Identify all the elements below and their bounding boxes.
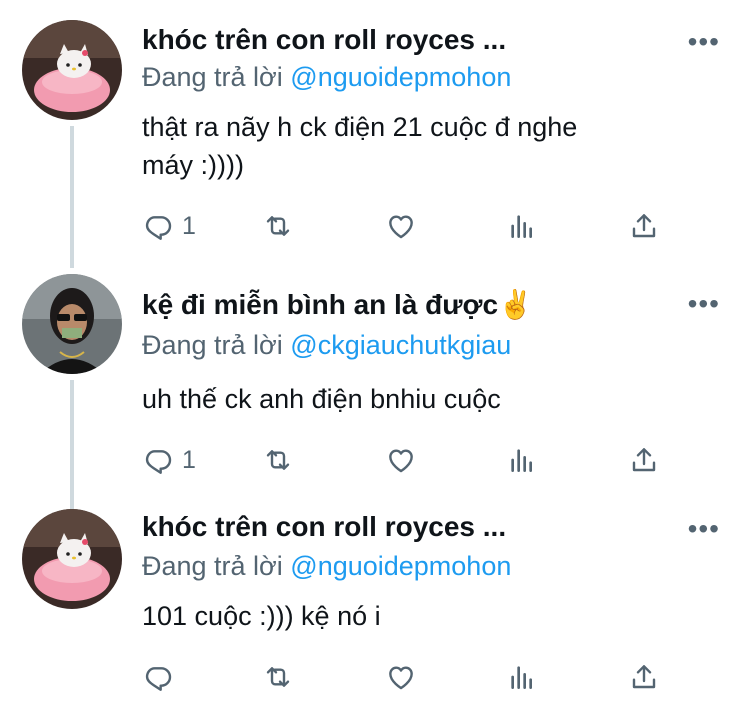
display-name[interactable]: kệ đi miễn bình an là được✌️ [142,288,533,321]
action-bar [142,659,682,695]
reply-icon [145,667,172,691]
tweet[interactable]: khóc trên con roll royces ... ••• Đang t… [0,495,750,705]
reply-button[interactable]: 1 [142,208,196,244]
reply-context: Đang trả lời @nguoidepmohon [142,62,511,93]
reply-handle-link[interactable]: @nguoidepmohon [290,551,511,581]
reply-button[interactable] [142,659,182,695]
tweet-text: uh thế ck anh điện bnhiu cuộc [142,380,702,418]
share-icon [632,448,656,472]
views-button[interactable] [506,659,538,695]
tweet[interactable]: kệ đi miễn bình an là được✌️ ••• Đang tr… [0,250,750,495]
avatar-hello-kitty-image [22,509,122,609]
more-icon[interactable]: ••• [688,26,720,58]
share-button[interactable] [628,659,660,695]
like-icon [389,449,413,473]
like-button[interactable] [385,442,417,478]
name-ellipsis: ... [482,24,507,55]
share-icon [632,214,656,238]
retweet-button[interactable] [262,659,294,695]
like-icon [389,666,413,690]
reply-prefix: Đang trả lời [142,330,283,360]
views-icon [511,215,532,238]
reply-button[interactable]: 1 [142,442,196,478]
action-bar: 1 [142,208,682,244]
reply-handle-link[interactable]: @nguoidepmohon [290,62,511,92]
avatar[interactable] [22,509,122,609]
display-name-text: khóc trên con roll royces [142,511,475,542]
like-button[interactable] [385,659,417,695]
reply-handle-link[interactable]: @ckgiauchutkgiau [290,330,511,360]
reply-count: 1 [182,445,196,474]
tweet[interactable]: khóc trên con roll royces ... ••• Đang t… [0,0,750,250]
share-button[interactable] [628,442,660,478]
display-name-text: kệ đi miễn bình an là được✌️ [142,289,533,320]
reply-prefix: Đang trả lời [142,551,283,581]
display-name[interactable]: khóc trên con roll royces ... [142,24,506,56]
views-icon [511,666,532,689]
display-name[interactable]: khóc trên con roll royces ... [142,511,506,543]
views-button[interactable] [506,442,538,478]
retweet-icon [266,450,290,470]
like-icon [389,215,413,239]
tweet-text: 101 cuộc :))) kệ nó i [142,597,702,635]
tweet-text: thật ra nãy h ck điện 21 cuộc đ nghe máy… [142,108,702,184]
like-button[interactable] [385,208,417,244]
retweet-button[interactable] [262,208,294,244]
share-icon [632,665,656,689]
avatar-person-image [22,274,122,374]
share-button[interactable] [628,208,660,244]
tweet-text-line: thật ra nãy h ck điện 21 cuộc đ nghe [142,112,578,142]
action-bar: 1 [142,442,682,478]
views-icon [511,449,532,472]
name-ellipsis: ... [482,511,507,542]
reply-count: 1 [182,211,196,240]
reply-prefix: Đang trả lời [142,62,283,92]
tweet-text-line: máy :)))) [142,150,244,180]
avatar[interactable] [22,274,122,374]
reply-context: Đang trả lời @nguoidepmohon [142,551,511,582]
more-icon[interactable]: ••• [688,288,720,320]
avatar-hello-kitty-image [22,20,122,120]
retweet-icon [266,667,290,687]
reply-icon [145,450,172,474]
more-icon[interactable]: ••• [688,513,720,545]
views-button[interactable] [506,208,538,244]
display-name-text: khóc trên con roll royces [142,24,475,55]
retweet-icon [266,216,290,236]
retweet-button[interactable] [262,442,294,478]
avatar[interactable] [22,20,122,120]
reply-context: Đang trả lời @ckgiauchutkgiau [142,330,511,361]
tweet-text-line: uh thế ck anh điện bnhiu cuộc [142,384,501,414]
reply-icon [145,216,172,240]
tweet-text-line: 101 cuộc :))) kệ nó i [142,601,381,631]
